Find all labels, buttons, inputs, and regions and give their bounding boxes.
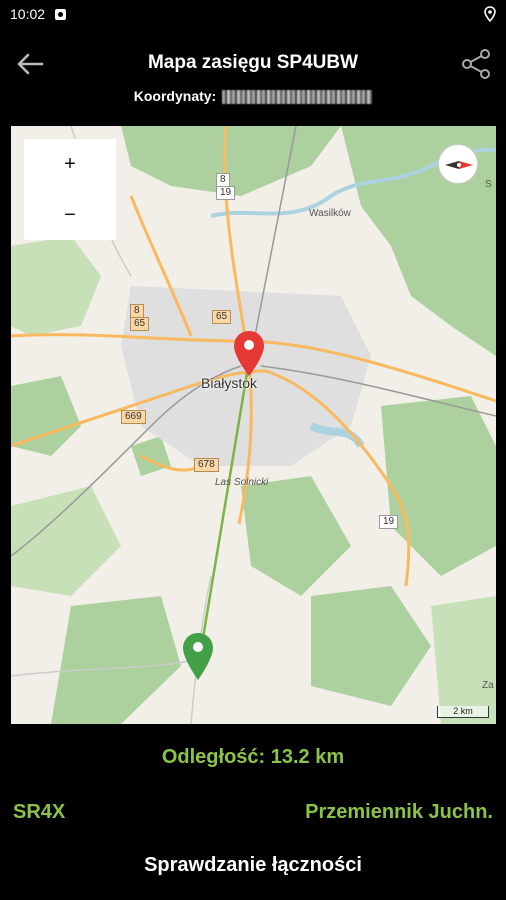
share-icon[interactable]	[458, 46, 494, 82]
app-bar: Mapa zasięgu SP4UBW Koordynaty:	[0, 28, 506, 118]
zoom-out-button[interactable]: −	[24, 190, 116, 240]
coordinates-label: Koordynaty:	[133, 88, 217, 104]
road-shield-19: 19	[216, 186, 236, 200]
location-icon	[484, 6, 496, 22]
place-label-las-solnicki: Las Solnicki	[215, 477, 269, 488]
road-shield-8: 8	[216, 173, 230, 187]
coordinates: Koordynaty:	[0, 88, 506, 105]
compass-icon[interactable]	[438, 144, 478, 184]
place-label-wasilkow: Wasilków	[309, 208, 351, 219]
right-repeater-name: Przemiennik Juchn.	[305, 801, 493, 823]
road-shield-678: 678	[194, 458, 219, 472]
road-shield-19b: 19	[379, 515, 399, 529]
map-view[interactable]: Białystok Wasilków Las Solnicki S Za 8 1…	[11, 126, 496, 724]
left-callsign: SR4X	[13, 801, 66, 823]
coordinates-redacted	[222, 90, 373, 105]
page-title: Mapa zasięgu SP4UBW	[147, 52, 359, 73]
scale-bar: 2 km	[437, 706, 489, 718]
zoom-controls: + −	[24, 139, 116, 240]
notification-icon	[55, 8, 67, 20]
repeater-marker-red[interactable]	[232, 330, 266, 378]
road-shield-65b: 65	[212, 310, 232, 324]
status-bar: 10:02	[0, 0, 506, 28]
status-time: 10:02	[10, 6, 46, 22]
station-marker-green[interactable]	[181, 632, 215, 682]
check-connection-button[interactable]: Sprawdzanie łączności	[0, 854, 506, 877]
place-label-s: S	[485, 179, 492, 190]
road-shield-669: 669	[121, 410, 146, 424]
zoom-in-button[interactable]: +	[24, 139, 116, 189]
road-shield-8b: 8	[130, 304, 144, 318]
distance-text: Odległość: 13.2 km	[161, 746, 345, 768]
place-label-za: Za	[482, 680, 494, 691]
road-shield-65a: 65	[130, 317, 150, 331]
